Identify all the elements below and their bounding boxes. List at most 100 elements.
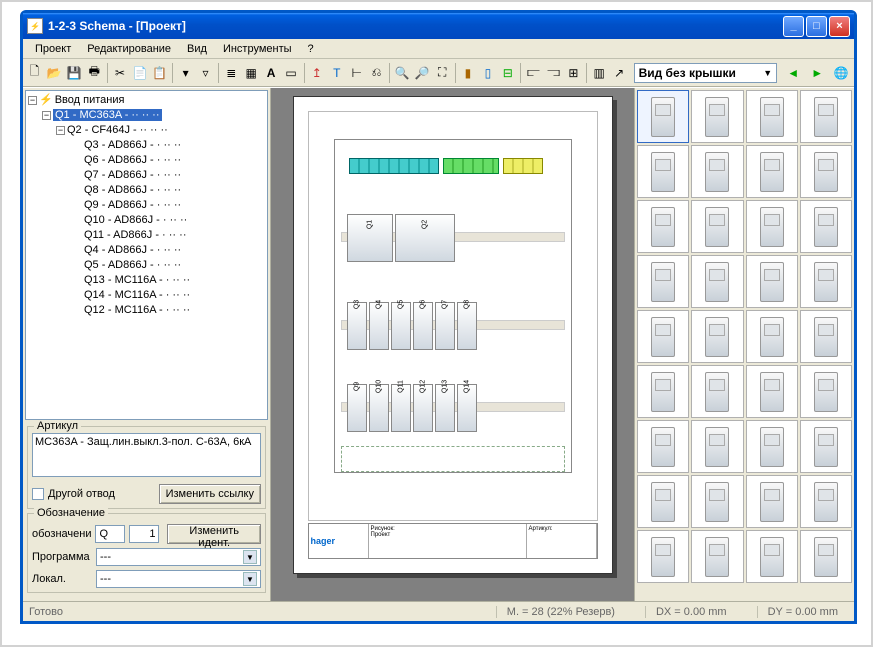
component1-icon[interactable]: ▮ [459,62,478,84]
palette-item[interactable] [746,420,798,473]
tree-item[interactable]: Q8 - AD866J - · ·· ·· [28,183,265,198]
tree-item[interactable]: Q14 - MC116A - · ·· ·· [28,288,265,303]
palette-item[interactable] [637,530,689,583]
new-icon[interactable]: 🗋 [25,62,44,84]
palette-item[interactable] [691,530,743,583]
module[interactable]: Q11 [391,384,411,432]
collapse-icon[interactable]: − [56,126,65,135]
module[interactable]: Q13 [435,384,455,432]
module[interactable]: Q5 [391,302,411,350]
minimize-button[interactable]: _ [783,16,804,37]
view-prev-icon[interactable]: ◄ [782,62,804,84]
program-combo[interactable]: ---▼ [96,548,261,566]
filter-icon[interactable]: ▾ [176,62,195,84]
palette-item[interactable] [746,145,798,198]
tree-item[interactable]: Q2 - CF464J - ·· ·· ·· [67,124,168,136]
tree-item[interactable]: Q11 - AD866J - · ·· ·· [28,228,265,243]
paste-icon[interactable]: 📋 [150,62,169,84]
align2-icon[interactable]: ⫎ [544,62,563,84]
palette-item[interactable] [800,90,852,143]
save-icon[interactable]: 💾 [65,62,84,84]
canvas-area[interactable]: Q1 Q2 Q3 Q4 Q5 Q6 Q7 Q8 [271,88,634,601]
palette-item[interactable] [691,475,743,528]
local-combo[interactable]: ---▼ [96,570,261,588]
maximize-button[interactable]: □ [806,16,827,37]
print-icon[interactable]: 🖶 [85,62,104,84]
collapse-icon[interactable]: − [28,96,37,105]
palette-item[interactable] [746,475,798,528]
palette-item[interactable] [800,365,852,418]
module-q2[interactable]: Q2 [395,214,455,262]
terminal-block[interactable] [349,158,439,174]
palette-item[interactable] [746,200,798,253]
globe-icon[interactable]: 🌐 [830,62,852,84]
frame-icon[interactable]: ▭ [282,62,301,84]
menu-edit[interactable]: Редактирование [81,41,177,57]
palette-item[interactable] [800,475,852,528]
tree-item-selected[interactable]: Q1 - MC363A - ·· ·· ·· [53,109,162,121]
collapse-icon[interactable]: − [42,111,51,120]
palette-item[interactable] [691,90,743,143]
close-button[interactable]: × [829,16,850,37]
module[interactable]: Q10 [369,384,389,432]
open-icon[interactable]: 📂 [45,62,64,84]
palette-item[interactable] [746,365,798,418]
module[interactable]: Q4 [369,302,389,350]
palette-item[interactable] [800,145,852,198]
palette-item[interactable] [691,200,743,253]
module-q1[interactable]: Q1 [347,214,393,262]
tree-item[interactable]: Q10 - AD866J - · ·· ·· [28,213,265,228]
export-icon[interactable]: ↗ [610,62,629,84]
designation-number-input[interactable] [129,525,159,543]
filter2-icon[interactable]: ▿ [196,62,215,84]
change-ident-button[interactable]: Изменить идент. [167,524,261,544]
list-icon[interactable]: ≣ [222,62,241,84]
text-icon[interactable]: A [262,62,281,84]
terminal-block[interactable] [443,158,499,174]
palette-item[interactable] [637,365,689,418]
text-tool-icon[interactable]: T [327,62,346,84]
distribute-icon[interactable]: ⊞ [564,62,583,84]
component2-icon[interactable]: ▯ [478,62,497,84]
palette-item[interactable] [637,310,689,363]
palette-item[interactable] [637,420,689,473]
tree-item[interactable]: Q13 - MC116A - · ·· ·· [28,273,265,288]
module[interactable]: Q9 [347,384,367,432]
grid-icon[interactable]: ▦ [242,62,261,84]
module[interactable]: Q6 [413,302,433,350]
dim-icon[interactable]: ⊢ [347,62,366,84]
palette-item[interactable] [637,145,689,198]
palette-item[interactable] [746,310,798,363]
tree-item[interactable]: Q9 - AD866J - · ·· ·· [28,198,265,213]
zoom-out-icon[interactable]: 🔎 [413,62,432,84]
palette-item[interactable] [691,255,743,308]
palette-item[interactable] [800,420,852,473]
zoom-in-icon[interactable]: 🔍 [393,62,412,84]
arrow-up-icon[interactable]: ↥ [307,62,326,84]
palette-item[interactable] [691,310,743,363]
copy-icon[interactable]: 📄 [130,62,149,84]
article-text[interactable] [32,433,261,477]
palette-item[interactable] [637,475,689,528]
module[interactable]: Q7 [435,302,455,350]
tree-item[interactable]: Q7 - AD866J - · ·· ·· [28,168,265,183]
zoom-fit-icon[interactable]: ⛶ [433,62,452,84]
menu-help[interactable]: ? [302,41,320,57]
view-selector[interactable]: Вид без крышки ▼ [634,63,778,83]
view-next-icon[interactable]: ► [806,62,828,84]
palette-item[interactable] [746,530,798,583]
tree-item[interactable]: Q4 - AD866J - · ·· ·· [28,243,265,258]
palette-item[interactable] [746,90,798,143]
palette-item[interactable] [800,530,852,583]
module[interactable]: Q14 [457,384,477,432]
other-tap-checkbox[interactable] [32,488,44,500]
palette-item[interactable] [691,145,743,198]
palette-item[interactable] [746,255,798,308]
menu-project[interactable]: Проект [29,41,77,57]
palette-item[interactable] [637,200,689,253]
menu-view[interactable]: Вид [181,41,213,57]
empty-rail[interactable] [341,446,565,472]
palette-item[interactable] [691,365,743,418]
link-icon[interactable]: ⎌ [367,62,386,84]
palette-item[interactable] [800,255,852,308]
